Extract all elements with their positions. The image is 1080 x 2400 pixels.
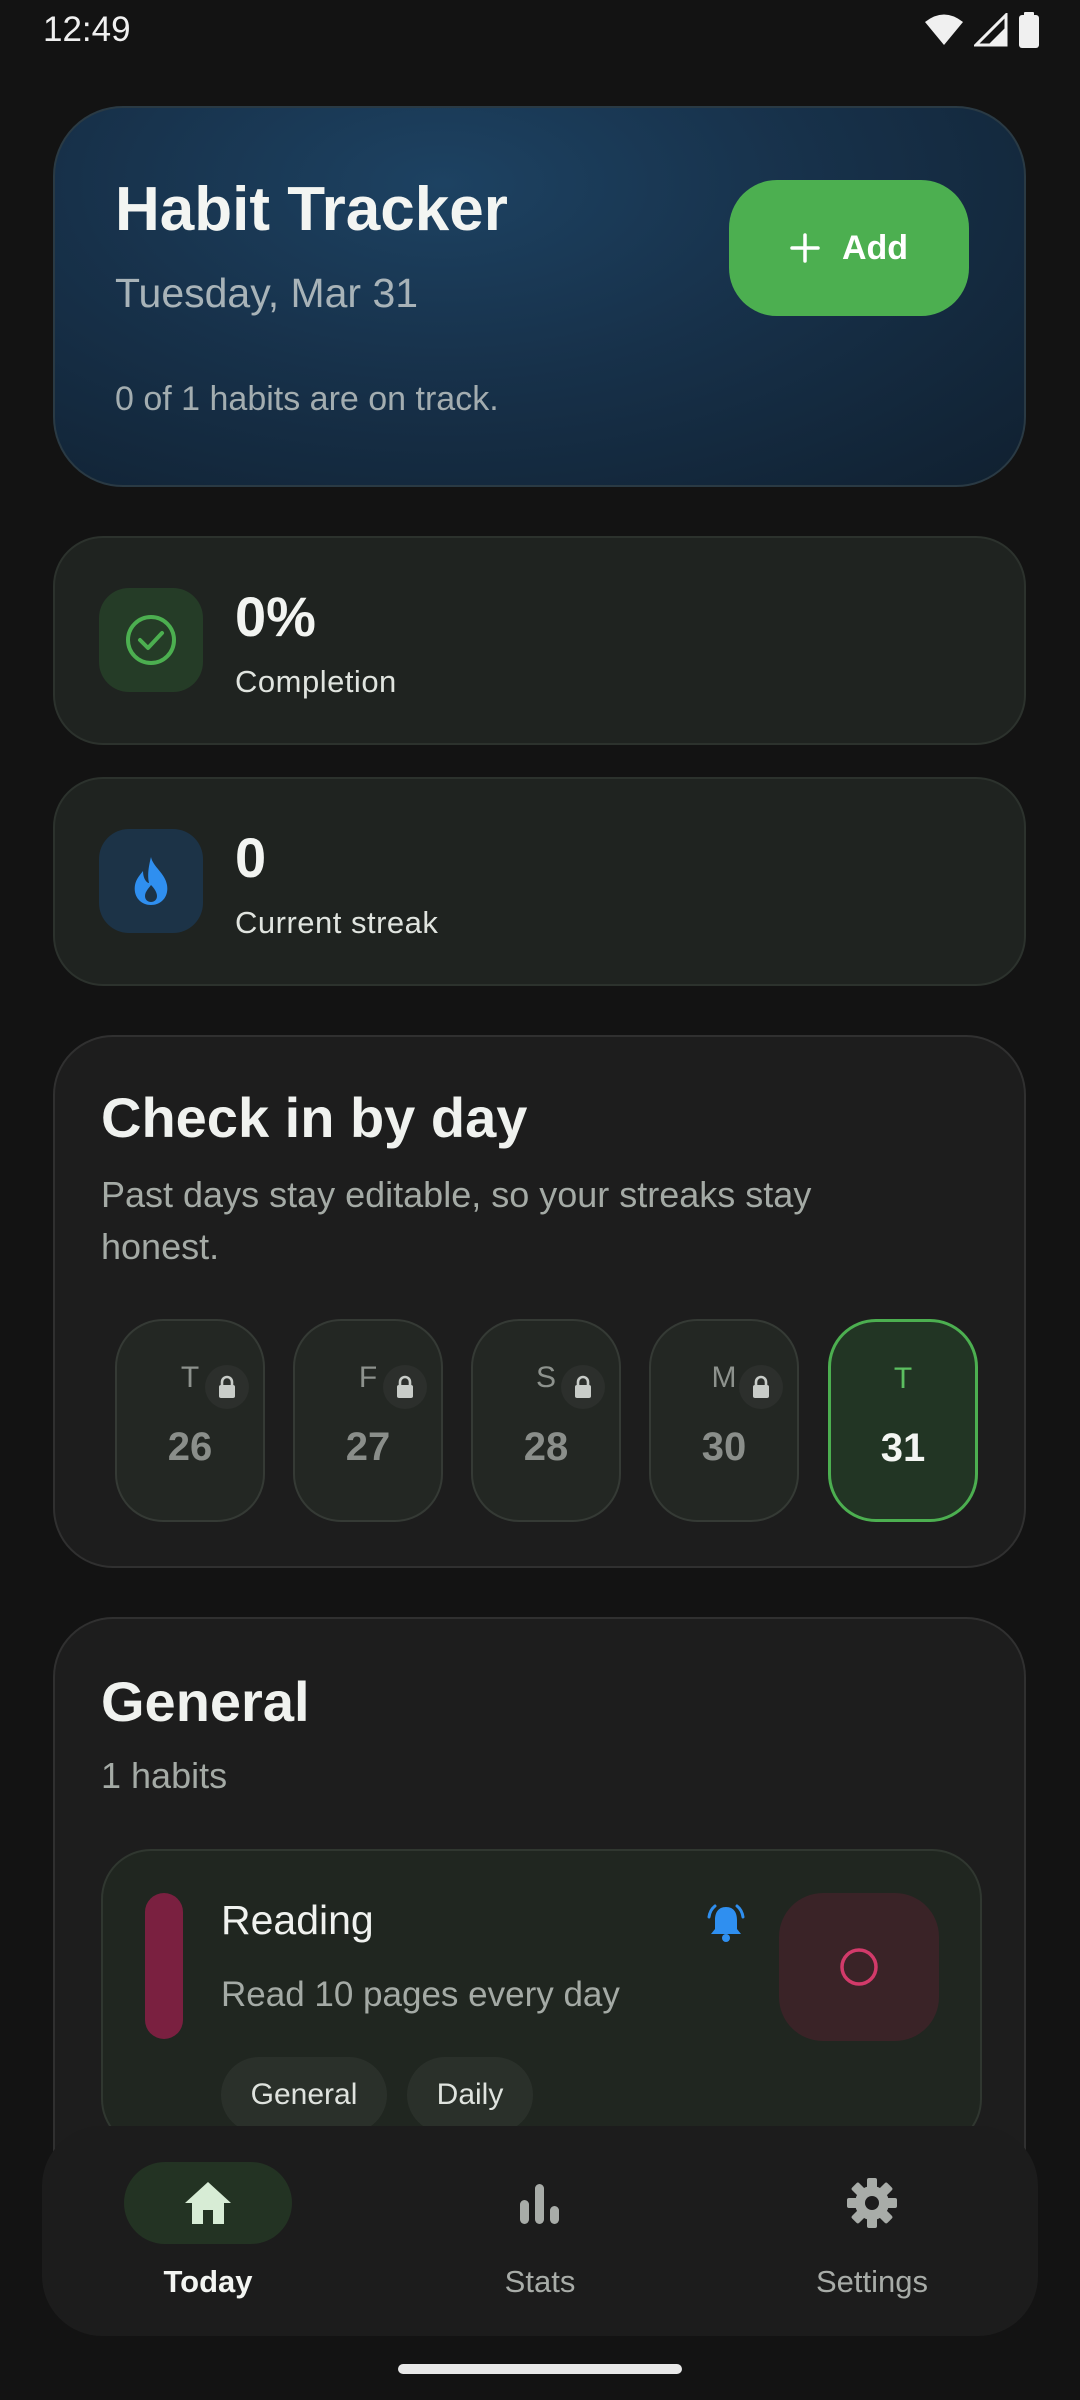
bell-ringing-icon[interactable] [703,1901,749,1947]
streak-icon-box [99,829,203,933]
check-circle-icon [126,615,176,665]
lock-icon [383,1365,427,1409]
checkin-card: Check in by day Past days stay editable,… [53,1035,1026,1568]
lock-icon [205,1365,249,1409]
bar-chart-icon [520,2184,559,2224]
nav-icon-wrap [788,2162,956,2244]
status-time: 12:49 [43,10,131,49]
header-date: Tuesday, Mar 31 [115,270,419,316]
header-summary: 0 of 1 habits are on track. [115,380,499,418]
header-card: Habit Tracker Tuesday, Mar 31 0 of 1 hab… [53,106,1026,487]
battery-icon [1019,12,1039,48]
nav-icon-wrap [456,2162,624,2244]
habit-tag-category: General [221,2057,387,2133]
completion-value: 0% [235,585,316,648]
day-number: 26 [167,1425,213,1469]
bottom-nav: Today Stats Settings [42,2126,1038,2336]
streak-value: 0 [235,826,267,889]
habit-card[interactable]: Reading Read 10 pages every day General … [101,1849,982,2149]
checkin-title: Check in by day [101,1086,528,1149]
general-count: 1 habits [101,1755,228,1796]
general-title: General [101,1670,310,1733]
day-number: 28 [523,1425,569,1469]
completion-label: Completion [235,664,397,699]
nav-item-today[interactable]: Today [98,2126,318,2336]
gear-icon [847,2178,897,2228]
habit-name: Reading [221,1897,374,1943]
nav-item-settings[interactable]: Settings [762,2126,982,2336]
day-pill-28[interactable]: S 28 [471,1319,621,1522]
day-letter: T [893,1362,913,1395]
lock-icon [561,1365,605,1409]
signal-icon [974,13,1008,47]
status-icons [924,12,1040,48]
nav-icon-wrap [124,2162,292,2244]
home-indicator[interactable] [398,2364,682,2374]
nav-label-today: Today [163,2264,253,2299]
habit-color-bar [145,1893,183,2039]
day-number: 27 [345,1425,391,1469]
add-habit-button[interactable]: Add [729,180,969,316]
day-pill-26[interactable]: T 26 [115,1319,265,1522]
nav-item-stats[interactable]: Stats [430,2126,650,2336]
completion-card: 0% Completion [53,536,1026,745]
checkin-subtitle: Past days stay editable, so your streaks… [101,1174,812,1267]
nav-label-settings: Settings [815,2264,928,2299]
habit-check-button[interactable] [779,1893,939,2041]
wifi-icon [925,14,963,45]
day-pill-27[interactable]: F 27 [293,1319,443,1522]
streak-card: 0 Current streak [53,777,1026,986]
circle-outline-icon [840,1948,878,1986]
day-number: 31 [880,1426,926,1470]
day-pill-31[interactable]: T 31 [828,1319,978,1522]
habit-tag-frequency: Daily [407,2057,533,2133]
add-button-label: Add [841,228,909,267]
flame-icon [134,857,168,905]
habit-description: Read 10 pages every day [221,1975,620,2014]
status-bar: 12:49 [0,0,1080,64]
lock-icon [739,1365,783,1409]
nav-label-stats: Stats [504,2264,576,2299]
day-number: 30 [701,1425,747,1469]
day-pill-30[interactable]: M 30 [649,1319,799,1522]
app-title: Habit Tracker [115,175,508,244]
home-icon [185,2182,231,2224]
streak-label: Current streak [235,905,439,940]
plus-icon [790,233,820,263]
completion-icon-box [99,588,203,692]
